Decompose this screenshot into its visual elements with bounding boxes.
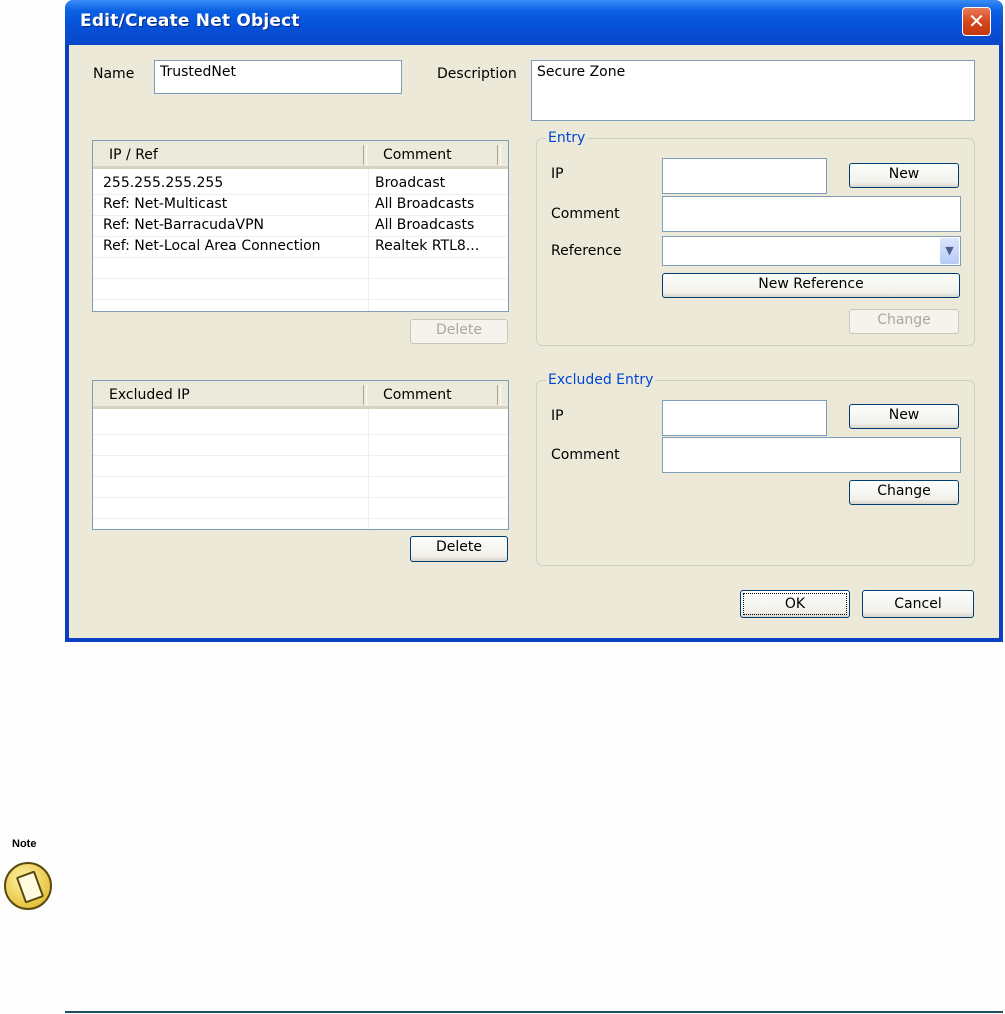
entry-group-legend: Entry: [546, 130, 588, 146]
cell-comment: All Broadcasts: [375, 196, 475, 212]
excluded-comment-label: Comment: [551, 447, 620, 463]
cell-ip: 255.255.255.255: [103, 175, 224, 191]
entry-ip-label: IP: [551, 166, 564, 182]
entry-change-button[interactable]: Change: [849, 309, 959, 334]
entry-comment-input[interactable]: [662, 196, 961, 232]
table-row[interactable]: Ref: Net-BarracudaVPN All Broadcasts: [93, 215, 508, 237]
excluded-ip-input[interactable]: [662, 400, 827, 436]
entry-comment-label: Comment: [551, 206, 620, 222]
reference-select[interactable]: ▼: [662, 236, 961, 266]
ip-ref-list[interactable]: IP / Ref Comment 255.255.255.255 Broadca…: [92, 140, 509, 312]
cell-ip: Ref: Net-BarracudaVPN: [103, 217, 264, 233]
ok-label: OK: [784, 596, 806, 612]
cell-ip: Ref: Net-Multicast: [103, 196, 228, 212]
cell-ip: Ref: Net-Local Area Connection: [103, 238, 321, 254]
column-header-ip-ref[interactable]: IP / Ref: [109, 147, 158, 163]
entry-new-label: New: [888, 166, 920, 182]
excluded-delete-button[interactable]: Delete: [410, 536, 508, 562]
close-button[interactable]: ✕: [962, 7, 991, 36]
chevron-down-icon[interactable]: ▼: [940, 238, 959, 264]
empty-row: [93, 497, 508, 519]
ok-button[interactable]: OK: [740, 590, 850, 618]
excluded-change-button[interactable]: Change: [849, 480, 959, 505]
entry-new-button[interactable]: New: [849, 163, 959, 188]
window-title: Edit/Create Net Object: [80, 11, 300, 31]
cell-comment: Broadcast: [375, 175, 446, 191]
excluded-comment-input[interactable]: [662, 437, 961, 473]
table-row[interactable]: Ref: Net-Local Area Connection Realtek R…: [93, 236, 508, 258]
excluded-list-header: Excluded IP Comment: [93, 381, 508, 409]
excluded-new-button[interactable]: New: [849, 404, 959, 429]
column-separator[interactable]: [363, 145, 367, 165]
column-separator[interactable]: [497, 385, 501, 405]
excluded-delete-label: Delete: [436, 539, 482, 555]
cancel-button[interactable]: Cancel: [862, 590, 974, 618]
bottom-divider: [65, 1011, 1003, 1013]
cell-comment: All Broadcasts: [375, 217, 475, 233]
empty-row: [93, 476, 508, 498]
note-icon: [4, 862, 52, 910]
cell-comment: Realtek RTL8...: [375, 238, 480, 254]
ip-delete-label: Delete: [436, 322, 482, 338]
new-reference-button[interactable]: New Reference: [662, 273, 960, 298]
new-reference-label: New Reference: [758, 276, 864, 292]
entry-change-label: Change: [877, 312, 931, 328]
description-input[interactable]: Secure Zone: [531, 60, 975, 121]
name-input[interactable]: TrustedNet: [154, 60, 402, 94]
empty-row: [93, 455, 508, 477]
excluded-new-label: New: [888, 407, 920, 423]
excluded-change-label: Change: [877, 483, 931, 499]
empty-row: [93, 257, 508, 279]
ip-list-header: IP / Ref Comment: [93, 141, 508, 169]
excluded-group-legend: Excluded Entry: [546, 372, 656, 388]
ip-delete-button[interactable]: Delete: [410, 319, 508, 344]
empty-row: [93, 413, 508, 435]
table-row[interactable]: Ref: Net-Multicast All Broadcasts: [93, 194, 508, 216]
close-icon: ✕: [968, 9, 985, 33]
excluded-ip-list[interactable]: Excluded IP Comment: [92, 380, 509, 530]
table-row[interactable]: 255.255.255.255 Broadcast: [93, 173, 508, 195]
entry-reference-label: Reference: [551, 243, 622, 259]
note-paper-glyph: [15, 870, 45, 904]
column-header-comment[interactable]: Comment: [383, 387, 452, 403]
name-label: Name: [93, 66, 135, 82]
empty-row: [93, 434, 508, 456]
description-label: Description: [437, 66, 517, 82]
excluded-ip-label: IP: [551, 408, 564, 424]
column-header-excluded-ip[interactable]: Excluded IP: [109, 387, 190, 403]
empty-row: [93, 278, 508, 300]
cancel-label: Cancel: [894, 596, 942, 612]
column-header-comment[interactable]: Comment: [383, 147, 452, 163]
column-separator[interactable]: [497, 145, 501, 165]
column-separator[interactable]: [363, 385, 367, 405]
entry-ip-input[interactable]: [662, 158, 827, 194]
note-label: Note: [12, 838, 37, 850]
